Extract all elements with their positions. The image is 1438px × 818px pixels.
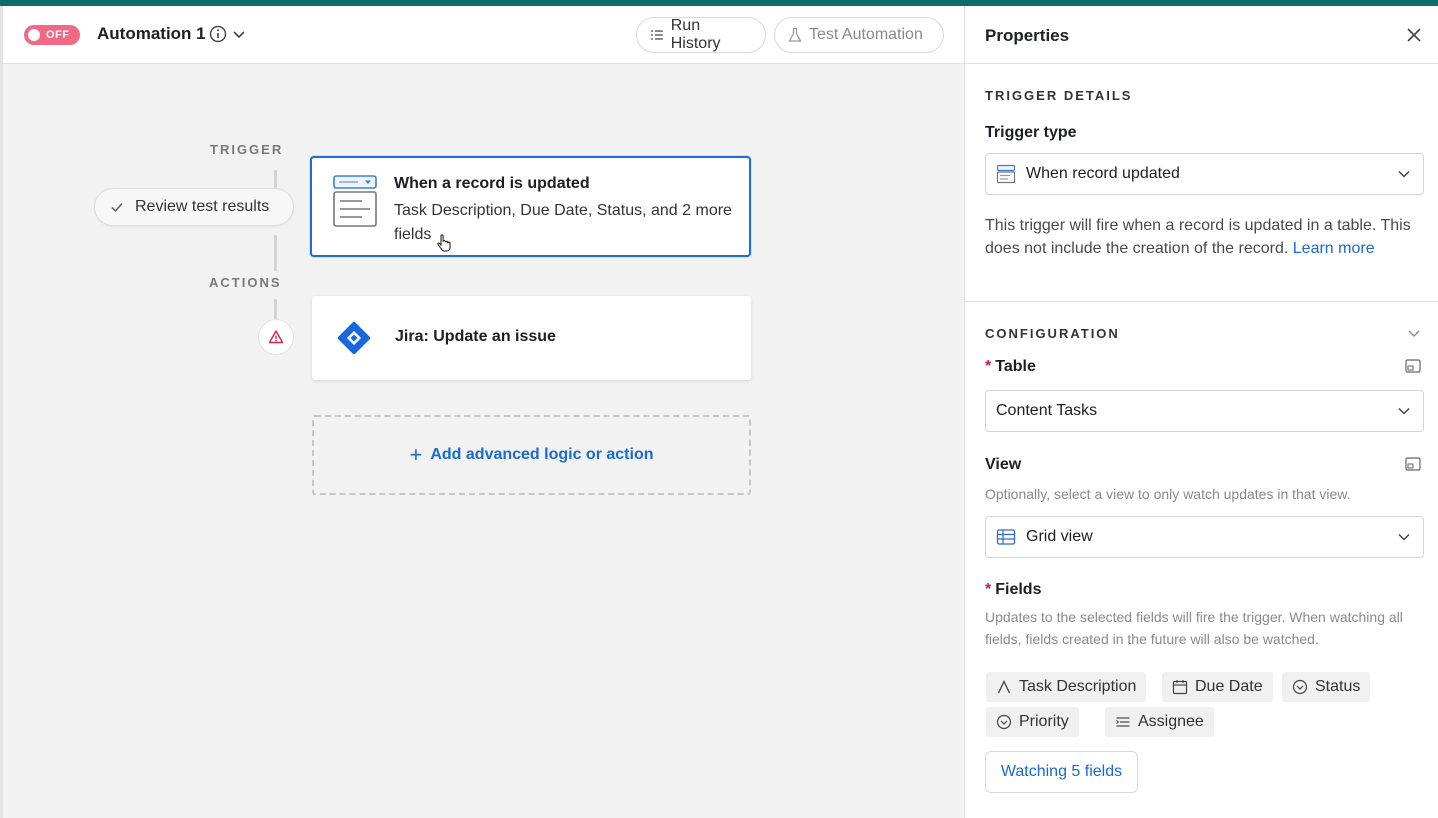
flask-icon [788, 27, 802, 42]
field-chip-priority[interactable]: Priority [986, 707, 1079, 737]
learn-more-link[interactable]: Learn more [1293, 240, 1375, 257]
toggle-label: OFF [46, 29, 70, 41]
grid-view-icon [996, 529, 1016, 545]
automation-toggle[interactable]: OFF [24, 25, 80, 45]
chevron-down-icon[interactable] [231, 25, 247, 43]
trigger-type-label: Trigger type [985, 124, 1077, 141]
divider [965, 301, 1438, 302]
field-chip-label: Priority [1019, 713, 1069, 730]
test-automation-button[interactable]: Test Automation [774, 17, 944, 53]
fields-label: * Fields [985, 581, 1041, 599]
table-value: Content Tasks [996, 402, 1098, 419]
close-icon[interactable] [1405, 26, 1423, 44]
required-marker: * [985, 358, 992, 375]
chevron-down-icon [1398, 533, 1410, 541]
trigger-details-heading: TRIGGER DETAILS [985, 88, 1133, 103]
field-chip-task-description[interactable]: Task Description [986, 672, 1147, 702]
info-icon[interactable] [209, 25, 227, 43]
list-icon [650, 30, 663, 40]
field-chip-label: Due Date [1195, 678, 1263, 695]
chevron-down-icon [1398, 170, 1410, 178]
field-chip-label: Task Description [1019, 678, 1137, 695]
add-logic-or-action-button[interactable]: + Add advanced logic or action [312, 415, 751, 495]
view-value: Grid view [1026, 528, 1093, 545]
configuration-heading: CONFIGURATION [985, 326, 1120, 341]
properties-panel: Properties TRIGGER DETAILS Trigger type … [964, 6, 1438, 818]
single-select-icon [996, 714, 1012, 730]
jira-icon [337, 321, 371, 355]
warning-indicator[interactable] [258, 319, 294, 355]
panel-title: Properties [985, 26, 1070, 45]
table-label: * Table [985, 358, 1036, 376]
multi-select-icon [1116, 717, 1130, 727]
single-select-icon [1292, 679, 1308, 695]
table-label-text: Table [995, 358, 1036, 375]
add-logic-label: Add advanced logic or action [430, 446, 654, 463]
automation-name[interactable]: Automation 1 [97, 24, 206, 44]
test-automation-label: Test Automation [809, 26, 923, 43]
calendar-icon [1172, 680, 1188, 695]
view-select[interactable]: Grid view [985, 516, 1424, 558]
divider [965, 63, 1438, 64]
jira-action-card[interactable]: Jira: Update an issue [312, 296, 751, 380]
required-marker: * [985, 581, 992, 598]
field-chip-due-date[interactable]: Due Date [1162, 672, 1273, 702]
trigger-card[interactable]: When a record is updated Task Descriptio… [310, 156, 751, 257]
field-chip-status[interactable]: Status [1282, 672, 1371, 702]
field-chip-label: Status [1315, 678, 1361, 695]
flow-connector [274, 299, 277, 319]
table-select[interactable]: Content Tasks [985, 390, 1424, 432]
trigger-section-label: TRIGGER [210, 142, 284, 157]
hand-cursor-icon [437, 234, 451, 252]
check-icon [111, 202, 123, 213]
record-updated-icon [333, 175, 377, 227]
field-chip-assignee[interactable]: Assignee [1105, 707, 1214, 737]
jira-action-title: Jira: Update an issue [395, 328, 556, 345]
record-updated-icon [996, 164, 1016, 184]
watching-fields-button[interactable]: Watching 5 fields [985, 751, 1138, 793]
fields-label-text: Fields [995, 581, 1042, 598]
automation-header: OFF Automation 1 Run History Test Automa… [3, 6, 964, 64]
actions-section-label: ACTIONS [209, 275, 282, 290]
view-help-text: Optionally, select a view to only watch … [985, 486, 1351, 502]
panel-layout-icon[interactable] [1405, 359, 1421, 373]
plus-icon: + [409, 442, 423, 467]
review-label: Review test results [135, 198, 270, 215]
panel-layout-icon[interactable] [1405, 457, 1421, 471]
fields-help-text: Updates to the selected fields will fire… [985, 609, 1403, 647]
trigger-type-value: When record updated [1026, 165, 1180, 182]
trigger-help-text: This trigger will fire when a record is … [985, 214, 1425, 260]
chevron-down-icon[interactable] [1407, 328, 1421, 340]
toggle-knob [28, 29, 40, 41]
chevron-down-icon [1398, 407, 1410, 415]
flow-connector [274, 235, 277, 271]
text-icon [997, 679, 1011, 694]
trigger-card-title: When a record is updated [394, 175, 590, 192]
view-label: View [985, 456, 1022, 473]
run-history-button[interactable]: Run History [636, 17, 766, 53]
automation-canvas: OFF Automation 1 Run History Test Automa… [0, 6, 964, 818]
review-test-results-button[interactable]: Review test results [94, 188, 294, 226]
warning-icon [268, 330, 284, 344]
trigger-type-select[interactable]: When record updated [985, 153, 1424, 195]
field-chip-label: Assignee [1138, 713, 1204, 730]
flow-connector [274, 170, 277, 188]
run-history-label: Run History [670, 17, 721, 52]
